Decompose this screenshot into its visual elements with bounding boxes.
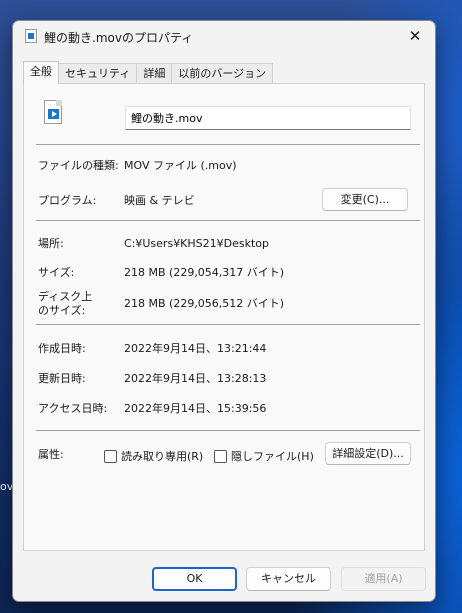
location-value: C:¥Users¥KHS21¥Desktop <box>124 237 270 250</box>
program-label: プログラム: <box>38 194 97 207</box>
readonly-checkbox[interactable]: 読み取り専用(R) <box>104 448 203 464</box>
change-program-button[interactable]: 変更(C)... <box>322 188 408 211</box>
filename-input[interactable] <box>125 106 411 130</box>
tab-security[interactable]: セキュリティ <box>58 63 138 84</box>
accessed-value: 2022年9月14日、15:39:56 <box>124 402 267 415</box>
separator <box>36 430 420 431</box>
separator <box>36 324 420 325</box>
video-file-icon <box>44 100 62 124</box>
file-type-label: ファイルの種類: <box>38 159 119 172</box>
program-value: 映画 & テレビ <box>124 194 195 207</box>
modified-label: 更新日時: <box>38 372 86 385</box>
tab-details[interactable]: 詳細 <box>136 63 173 84</box>
file-type-value: MOV ファイル (.mov) <box>124 159 237 172</box>
hidden-label: 隠しファイル(H) <box>231 450 314 463</box>
accessed-label: アクセス日時: <box>38 402 108 415</box>
tab-general[interactable]: 全般 <box>23 61 59 84</box>
cancel-button[interactable]: キャンセル <box>246 567 331 591</box>
location-label: 場所: <box>38 237 64 250</box>
disk-size-label: ディスク上 のサイズ: <box>38 290 93 317</box>
tab-bar: 全般 セキュリティ 詳細 以前のバージョン <box>23 61 274 84</box>
disk-size-value: 218 MB (229,056,512 バイト) <box>124 297 285 310</box>
size-value: 218 MB (229,054,317 バイト) <box>124 266 285 279</box>
hidden-checkbox[interactable]: 隠しファイル(H) <box>214 448 314 464</box>
attributes-label: 属性: <box>38 448 64 461</box>
apply-button: 適用(A) <box>341 567 426 591</box>
close-icon: ✕ <box>408 27 422 45</box>
ok-button[interactable]: OK <box>152 567 237 591</box>
modified-value: 2022年9月14日、13:28:13 <box>124 372 267 385</box>
created-label: 作成日時: <box>38 342 86 355</box>
properties-dialog: 鯉の動き.movのプロパティ ✕ 全般 セキュリティ 詳細 以前のバージョン フ… <box>12 20 436 602</box>
window-title: 鯉の動き.movのプロパティ <box>44 31 194 45</box>
video-file-icon <box>25 29 37 43</box>
title-bar[interactable]: 鯉の動き.movのプロパティ ✕ <box>13 21 435 51</box>
general-tab-panel: ファイルの種類: MOV ファイル (.mov) プログラム: 映画 & テレビ… <box>23 83 425 551</box>
tab-previous-versions[interactable]: 以前のバージョン <box>171 63 274 84</box>
readonly-label: 読み取り専用(R) <box>121 450 204 463</box>
size-label: サイズ: <box>38 266 75 279</box>
created-value: 2022年9月14日、13:21:44 <box>124 342 267 355</box>
close-button[interactable]: ✕ <box>395 21 435 51</box>
checkbox-box[interactable] <box>104 449 117 463</box>
checkbox-box[interactable] <box>214 449 227 463</box>
separator <box>36 144 420 145</box>
separator <box>36 220 420 221</box>
advanced-button[interactable]: 詳細設定(D)... <box>325 442 411 465</box>
